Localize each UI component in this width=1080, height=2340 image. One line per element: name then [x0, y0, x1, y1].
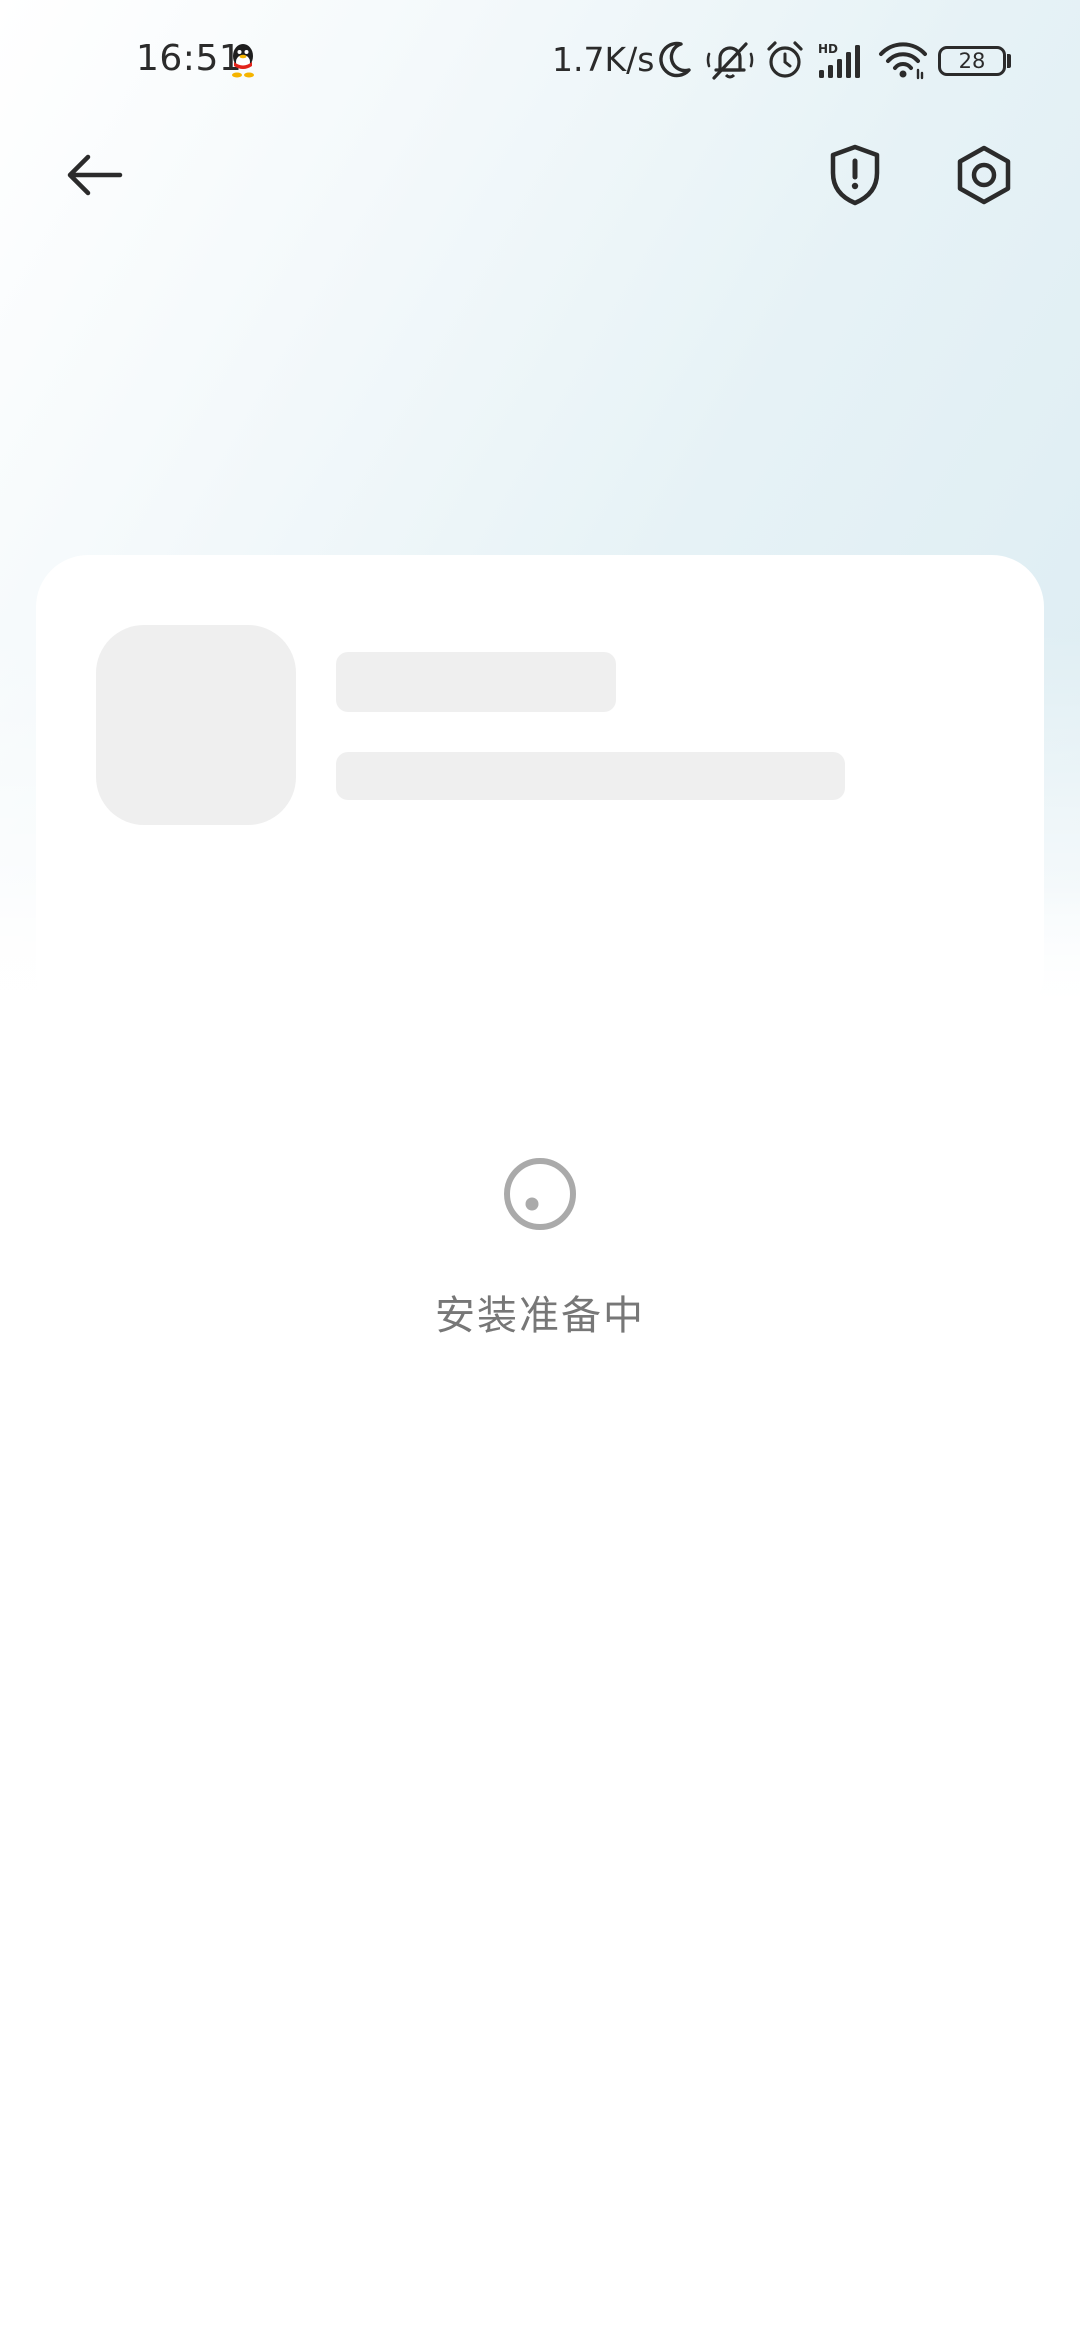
settings-button[interactable] [940, 131, 1028, 219]
signal-hd-label: HD [818, 42, 838, 56]
bell-off-icon [706, 42, 754, 80]
status-time: 16:51 [136, 38, 243, 79]
back-arrow-icon [67, 154, 123, 196]
settings-gear-icon [957, 145, 1011, 205]
moon-icon [659, 41, 691, 78]
loading-status-text: 安装准备中 [435, 1293, 645, 1339]
network-speed: 1.7K/s [552, 40, 655, 79]
card-fade-overlay [0, 880, 1080, 1030]
back-button[interactable] [50, 131, 138, 219]
loading-spinner-icon [504, 1158, 576, 1230]
signal-icon: HD [818, 42, 860, 78]
app-icon-placeholder [96, 625, 296, 825]
battery-icon: 28 [938, 46, 1006, 76]
app-description-placeholder [336, 752, 845, 800]
wifi-icon [879, 42, 927, 80]
shield-alert-icon [830, 144, 880, 206]
alarm-icon [767, 41, 803, 78]
app-name-placeholder [336, 652, 616, 712]
battery-nub [1007, 54, 1011, 68]
status-bar: 16:51 1.7K/s HD 28 [0, 0, 1080, 120]
security-button[interactable] [811, 131, 899, 219]
battery-level: 28 [958, 49, 986, 73]
qq-icon [232, 44, 254, 78]
